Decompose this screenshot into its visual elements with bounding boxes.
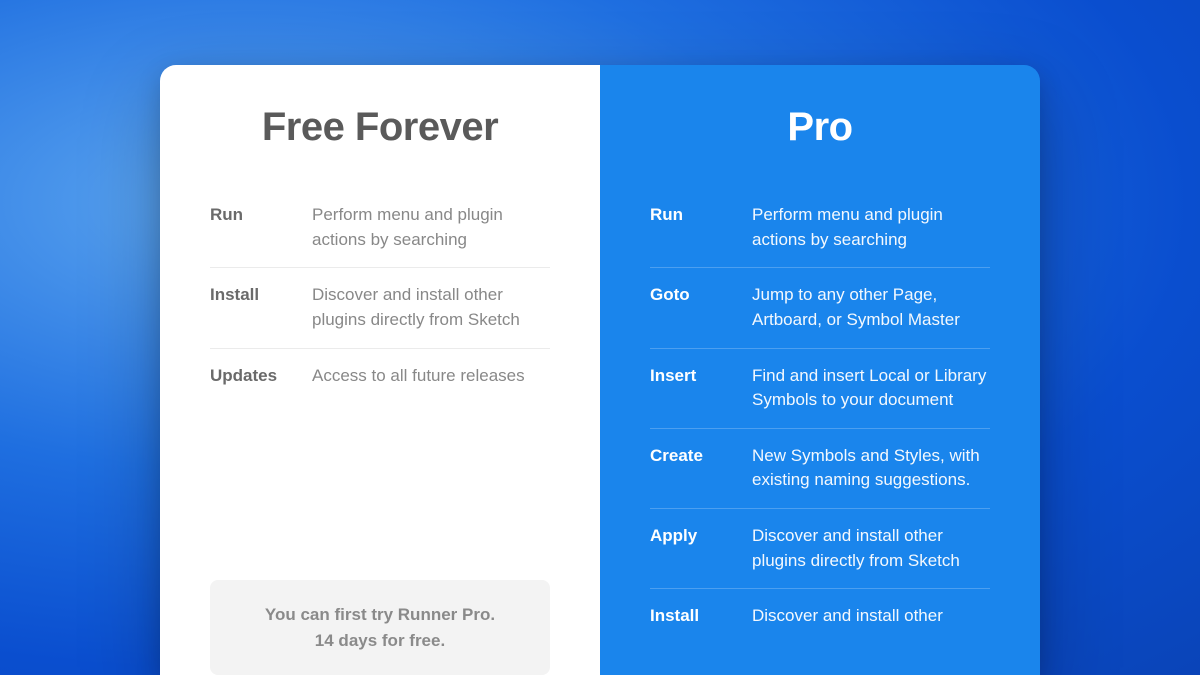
pricing-card: Free Forever Run Perform menu and plugin… (160, 65, 1040, 675)
feature-name: Insert (650, 364, 740, 413)
feature-desc: Access to all future releases (312, 364, 525, 389)
pro-panel: Pro Run Perform menu and plugin actions … (600, 65, 1040, 675)
trial-line-1: You can first try Runner Pro. (230, 602, 530, 628)
feature-row: Apply Discover and install other plugins… (650, 509, 990, 589)
feature-name: Updates (210, 364, 300, 389)
feature-row: Run Perform menu and plugin actions by s… (650, 188, 990, 268)
feature-name: Run (650, 203, 740, 252)
feature-desc: Discover and install other (752, 604, 943, 629)
feature-desc: Perform menu and plugin actions by searc… (752, 203, 990, 252)
feature-name: Create (650, 444, 740, 493)
feature-desc: Find and insert Local or Library Symbols… (752, 364, 990, 413)
feature-row: Run Perform menu and plugin actions by s… (210, 188, 550, 268)
free-feature-list: Run Perform menu and plugin actions by s… (210, 188, 550, 403)
feature-desc: Discover and install other plugins direc… (752, 524, 990, 573)
feature-desc: Jump to any other Page, Artboard, or Sym… (752, 283, 990, 332)
feature-name: Install (210, 283, 300, 332)
free-title: Free Forever (210, 105, 550, 150)
feature-name: Goto (650, 283, 740, 332)
feature-row: Install Discover and install other plugi… (210, 268, 550, 348)
feature-desc: Discover and install other plugins direc… (312, 283, 550, 332)
pro-title: Pro (650, 105, 990, 150)
feature-row: Create New Symbols and Styles, with exis… (650, 429, 990, 509)
trial-callout: You can first try Runner Pro. 14 days fo… (210, 580, 550, 675)
feature-row: Updates Access to all future releases (210, 349, 550, 404)
feature-row: Goto Jump to any other Page, Artboard, o… (650, 268, 990, 348)
feature-name: Run (210, 203, 300, 252)
feature-desc: New Symbols and Styles, with existing na… (752, 444, 990, 493)
feature-name: Apply (650, 524, 740, 573)
feature-row: Insert Find and insert Local or Library … (650, 349, 990, 429)
pro-feature-list: Run Perform menu and plugin actions by s… (650, 188, 990, 644)
feature-row: Install Discover and install other (650, 589, 990, 644)
feature-name: Install (650, 604, 740, 629)
free-panel: Free Forever Run Perform menu and plugin… (160, 65, 600, 675)
feature-desc: Perform menu and plugin actions by searc… (312, 203, 550, 252)
trial-line-2: 14 days for free. (230, 628, 530, 654)
